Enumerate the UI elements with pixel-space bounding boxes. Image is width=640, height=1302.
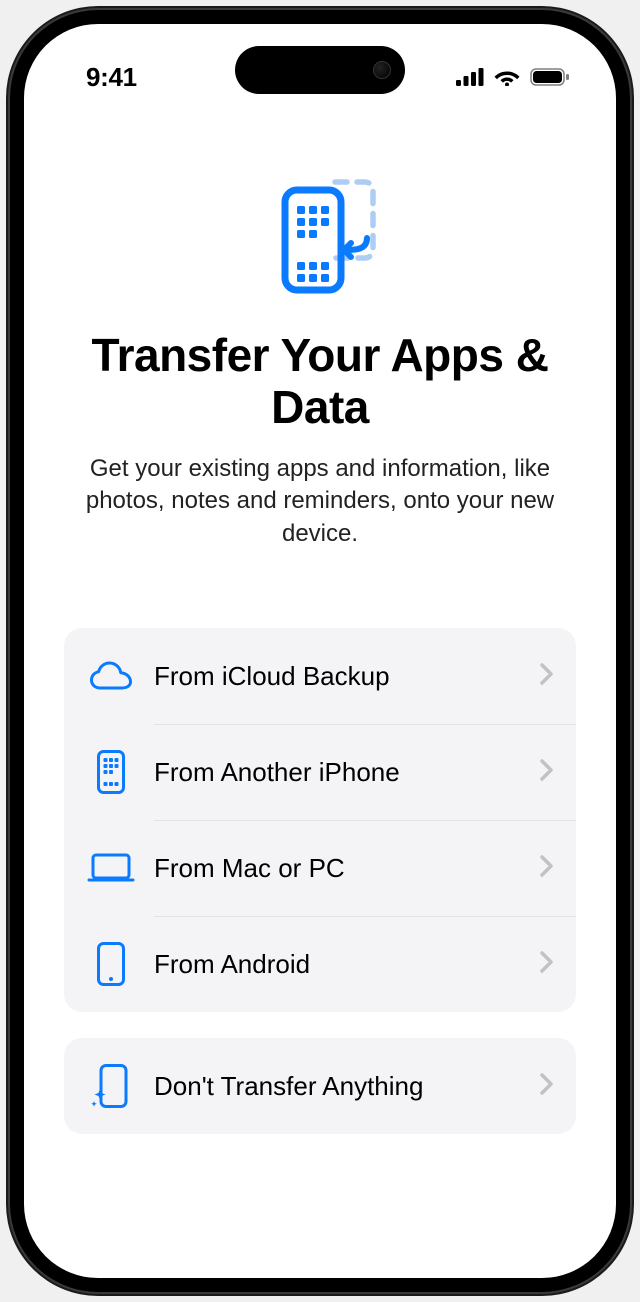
option-from-mac-or-pc[interactable]: From Mac or PC [64, 820, 576, 916]
cellular-signal-icon [456, 68, 484, 86]
cloud-icon [82, 661, 140, 691]
battery-icon [530, 68, 570, 86]
option-label: From iCloud Backup [140, 661, 540, 692]
option-from-android[interactable]: From Android [64, 916, 576, 1012]
iphone-grid-icon [82, 750, 140, 794]
skip-option-group: Don't Transfer Anything [64, 1038, 576, 1134]
main-content: Transfer Your Apps & Data Get your exist… [24, 102, 616, 1134]
new-device-sparkle-icon [82, 1064, 140, 1108]
transfer-options-group: From iCloud Backup [64, 628, 576, 1012]
android-phone-icon [82, 942, 140, 986]
option-label: Don't Transfer Anything [140, 1071, 540, 1102]
option-label: From Mac or PC [140, 853, 540, 884]
phone-screen: 9:41 [24, 24, 616, 1278]
option-from-icloud-backup[interactable]: From iCloud Backup [64, 628, 576, 724]
chevron-right-icon [540, 951, 554, 978]
page-title: Transfer Your Apps & Data [64, 330, 576, 433]
camera-lens [373, 61, 391, 79]
option-from-another-iphone[interactable]: From Another iPhone [64, 724, 576, 820]
option-label: From Another iPhone [140, 757, 540, 788]
transfer-hero-icon [64, 172, 576, 302]
option-dont-transfer[interactable]: Don't Transfer Anything [64, 1038, 576, 1134]
phone-frame: 9:41 [10, 10, 630, 1292]
page-subtitle: Get your existing apps and information, … [64, 453, 576, 550]
chevron-right-icon [540, 1073, 554, 1100]
chevron-right-icon [540, 663, 554, 690]
dynamic-island [235, 46, 405, 94]
chevron-right-icon [540, 855, 554, 882]
laptop-icon [82, 853, 140, 883]
option-label: From Android [140, 949, 540, 980]
chevron-right-icon [540, 759, 554, 786]
wifi-icon [494, 68, 520, 86]
status-time: 9:41 [86, 62, 137, 93]
status-indicators [456, 68, 570, 86]
